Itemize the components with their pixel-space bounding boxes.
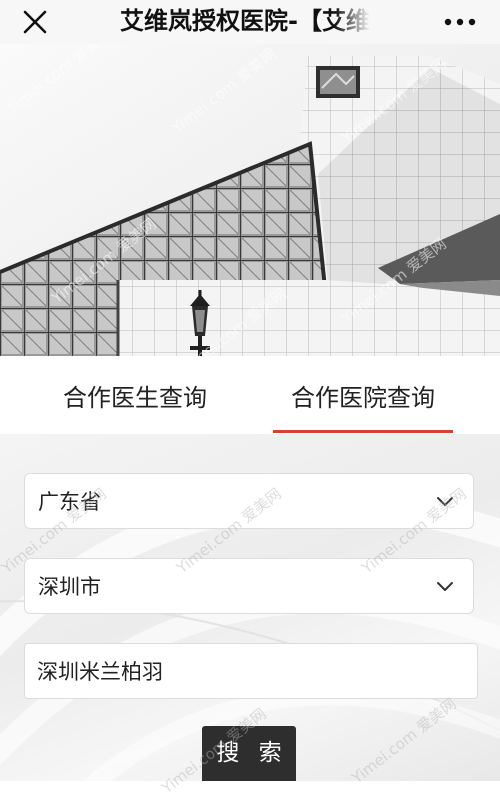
chevron-down-icon <box>437 497 453 506</box>
tab-hospital-query[interactable]: 合作医院查询 <box>268 378 458 418</box>
close-icon[interactable] <box>20 7 50 37</box>
tab-doctor-query[interactable]: 合作医生查询 <box>40 378 230 418</box>
hero-banner-image <box>0 44 500 356</box>
province-select[interactable]: 广东省 <box>24 473 474 529</box>
active-tab-indicator <box>273 430 453 433</box>
hospital-keyword-input[interactable] <box>24 643 478 699</box>
page-title: 艾维岚授权医院-【艾维岚 <box>120 7 370 35</box>
city-select[interactable]: 深圳市 <box>24 558 474 614</box>
more-dots-icon[interactable] <box>442 10 478 34</box>
top-navigation-bar: 艾维岚授权医院-【艾维岚 <box>0 0 500 44</box>
chevron-down-icon <box>437 582 453 591</box>
city-value: 深圳市 <box>38 575 101 599</box>
search-button[interactable]: 搜 索 <box>202 726 296 781</box>
query-tabs: 合作医生查询 合作医院查询 <box>0 356 500 434</box>
province-value: 广东省 <box>38 490 101 514</box>
